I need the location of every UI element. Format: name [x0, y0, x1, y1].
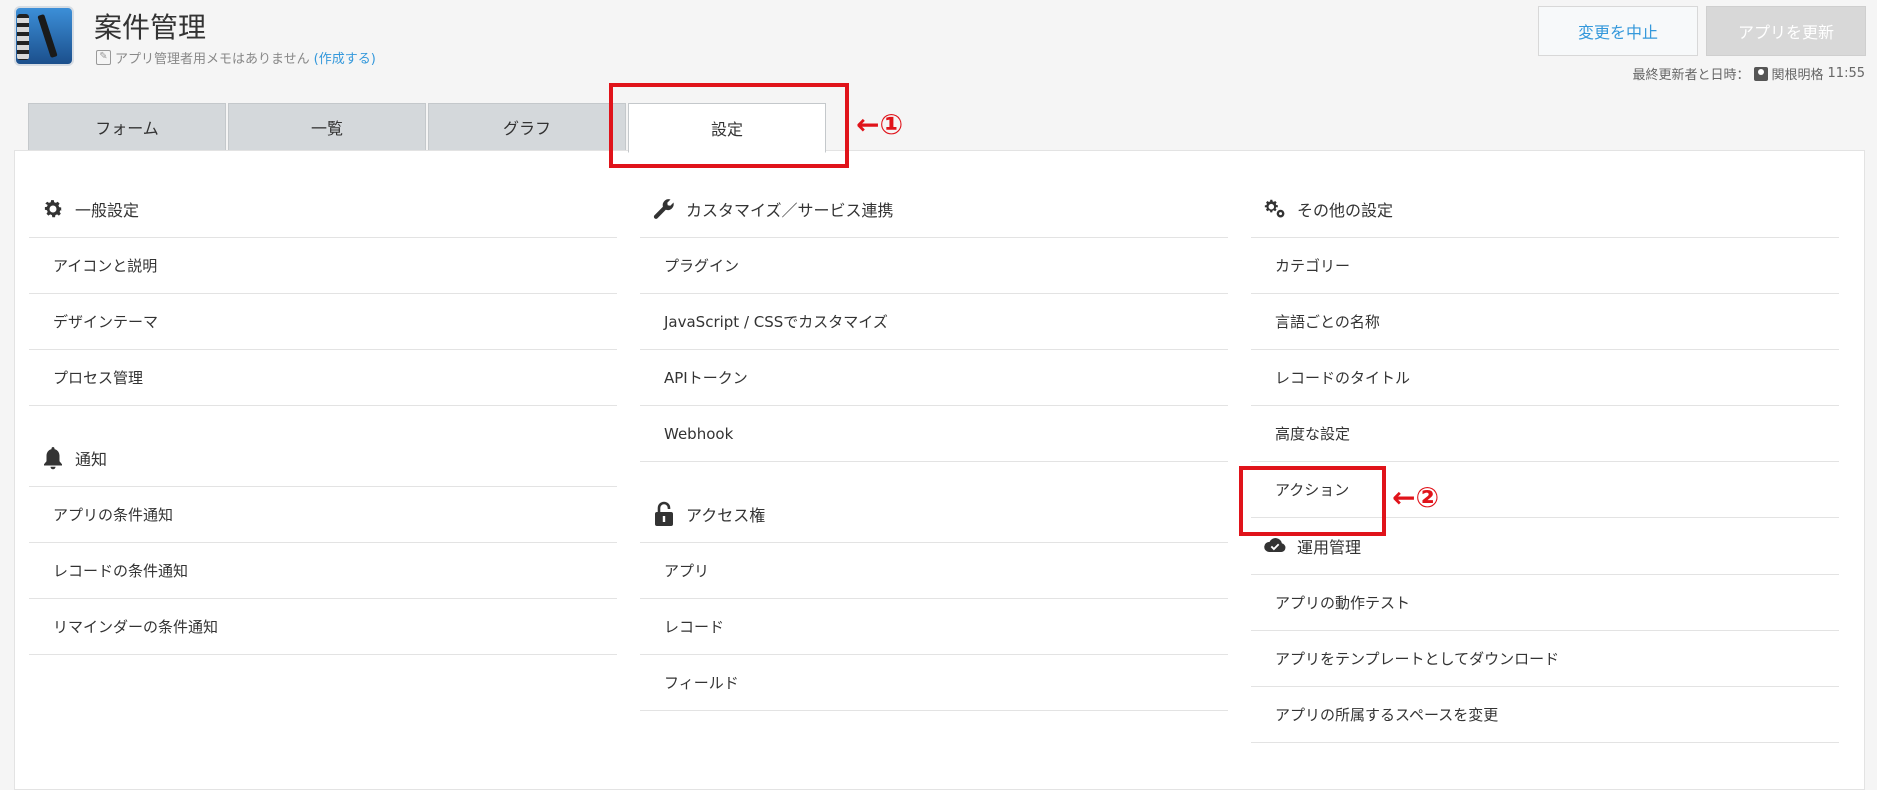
app-icon	[14, 6, 74, 66]
last-update-label: 最終更新者と日時：	[1632, 68, 1750, 83]
notebook-rings-icon	[17, 14, 29, 60]
section-general-settings: 一般設定	[29, 181, 617, 238]
menu-advanced-settings[interactable]: 高度な設定	[1251, 406, 1839, 462]
pen-icon	[37, 13, 58, 59]
menu-design-theme[interactable]: デザインテーマ	[29, 294, 617, 350]
section-title: アクセス権	[686, 506, 766, 525]
menu-record-title[interactable]: レコードのタイトル	[1251, 350, 1839, 406]
menu-change-space[interactable]: アプリの所属するスペースを変更	[1251, 687, 1839, 743]
menu-download-template[interactable]: アプリをテンプレートとしてダウンロード	[1251, 631, 1839, 687]
settings-panel: 一般設定 アイコンと説明 デザインテーマ プロセス管理 通知 アプリの条件通知 …	[14, 150, 1865, 790]
annotation-box-action	[1239, 466, 1386, 536]
menu-language-names[interactable]: 言語ごとの名称	[1251, 294, 1839, 350]
menu-process-management[interactable]: プロセス管理	[29, 350, 617, 406]
settings-column-1: 一般設定 アイコンと説明 デザインテーマ プロセス管理 通知 アプリの条件通知 …	[29, 181, 617, 655]
cancel-changes-button[interactable]: 変更を中止	[1538, 6, 1698, 56]
menu-record-condition-notification[interactable]: レコードの条件通知	[29, 543, 617, 599]
menu-reminder-notification[interactable]: リマインダーの条件通知	[29, 599, 617, 655]
section-customize: カスタマイズ／サービス連携	[640, 181, 1228, 238]
update-app-button[interactable]: アプリを更新	[1706, 6, 1866, 56]
menu-access-app[interactable]: アプリ	[640, 543, 1228, 599]
wrench-icon	[652, 197, 676, 221]
admin-memo: ✎ アプリ管理者用メモはありません (作成する)	[96, 48, 376, 67]
section-other-settings: その他の設定	[1251, 181, 1839, 238]
last-update-user: 関根明格	[1771, 68, 1824, 83]
menu-access-record[interactable]: レコード	[640, 599, 1228, 655]
menu-app-condition-notification[interactable]: アプリの条件通知	[29, 487, 617, 543]
user-icon	[1753, 66, 1768, 81]
menu-webhook[interactable]: Webhook	[640, 406, 1228, 462]
tab-form[interactable]: フォーム	[28, 103, 226, 151]
menu-access-field[interactable]: フィールド	[640, 655, 1228, 711]
app-title: 案件管理	[94, 11, 207, 44]
section-access: アクセス権	[640, 486, 1228, 543]
last-update-time: 11:55	[1827, 66, 1865, 81]
memo-text: アプリ管理者用メモはありません	[115, 52, 310, 67]
section-notification: 通知	[29, 430, 617, 487]
annotation-box-settings-tab	[609, 83, 849, 168]
tab-list[interactable]: 一覧	[228, 103, 426, 151]
cloud-check-icon	[1263, 534, 1287, 558]
section-title: その他の設定	[1297, 201, 1394, 220]
menu-app-test[interactable]: アプリの動作テスト	[1251, 575, 1839, 631]
menu-api-token[interactable]: APIトークン	[640, 350, 1228, 406]
tab-graph[interactable]: グラフ	[428, 103, 626, 151]
menu-plugin[interactable]: プラグイン	[640, 238, 1228, 294]
annotation-label-1: ←①	[856, 108, 904, 141]
section-title: 一般設定	[75, 201, 140, 220]
section-title: カスタマイズ／サービス連携	[686, 201, 894, 220]
edit-memo-icon: ✎	[96, 50, 111, 65]
bell-icon	[41, 446, 65, 470]
last-update-info: 最終更新者と日時： 関根明格 11:55	[1633, 64, 1866, 83]
settings-column-2: カスタマイズ／サービス連携 プラグイン JavaScript / CSSでカスタ…	[640, 181, 1228, 711]
settings-column-3: その他の設定 カテゴリー 言語ごとの名称 レコードのタイトル 高度な設定 アクシ…	[1251, 181, 1839, 743]
gear-icon	[41, 197, 65, 221]
menu-category[interactable]: カテゴリー	[1251, 238, 1839, 294]
section-title: 運用管理	[1297, 538, 1362, 557]
menu-js-css-customize[interactable]: JavaScript / CSSでカスタマイズ	[640, 294, 1228, 350]
section-title: 通知	[75, 450, 108, 469]
unlock-icon	[652, 501, 676, 526]
annotation-label-2: ←②	[1392, 481, 1440, 514]
gears-icon	[1263, 197, 1287, 221]
create-memo-link[interactable]: (作成する)	[314, 48, 376, 67]
menu-icon-and-description[interactable]: アイコンと説明	[29, 238, 617, 294]
